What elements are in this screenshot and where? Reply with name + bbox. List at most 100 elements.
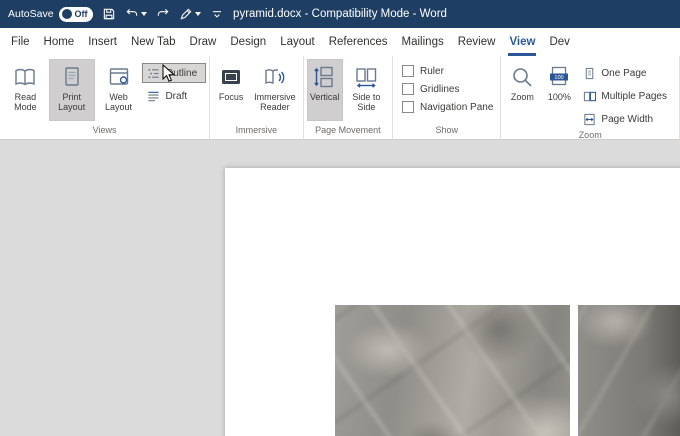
undo-icon [125, 7, 139, 21]
read-mode-label: Read Mode [7, 92, 44, 113]
immersive-reader-label: Immersive Reader [254, 92, 296, 113]
gridlines-label: Gridlines [420, 84, 459, 95]
web-layout-label: Web Layout [100, 92, 138, 113]
ruler-checkbox[interactable] [402, 65, 414, 77]
vertical-label: Vertical [310, 92, 340, 102]
aerial-photo-right-image [578, 305, 680, 436]
ink-pen-icon [179, 7, 193, 21]
page-width-icon [582, 112, 596, 126]
tab-review[interactable]: Review [451, 28, 503, 56]
tab-home[interactable]: Home [37, 28, 82, 56]
web-layout-button[interactable]: Web Layout [96, 59, 142, 121]
title-bar: pyramid.docx - Compatibility Mode - Word… [0, 0, 680, 28]
redo-button[interactable] [156, 7, 170, 21]
ribbon-tab-bar: File Home Insert New Tab Draw Design Lay… [0, 28, 680, 56]
focus-button[interactable]: Focus [213, 59, 249, 121]
vertical-icon [312, 64, 338, 90]
draft-label: Draft [165, 91, 187, 102]
undo-dropdown-icon[interactable] [141, 12, 147, 16]
ribbon-group-show: Ruler Gridlines Navigation Pane Show [393, 56, 501, 139]
read-mode-icon [12, 64, 38, 90]
ribbon-group-views: Read Mode Print Layout [0, 56, 210, 139]
side-to-side-label: Side to Side [348, 92, 385, 113]
document-page[interactable] [225, 168, 680, 436]
tab-file[interactable]: File [4, 28, 37, 56]
page-width-button[interactable]: Page Width [578, 109, 676, 129]
tab-layout[interactable]: Layout [273, 28, 322, 56]
gridlines-checkbox-row[interactable]: Gridlines [402, 83, 493, 95]
tab-developer[interactable]: Dev [542, 28, 576, 56]
outline-icon [146, 66, 160, 80]
read-mode-button[interactable]: Read Mode [3, 59, 48, 121]
side-to-side-button[interactable]: Side to Side [344, 59, 389, 121]
toggle-knob-icon [62, 9, 72, 19]
svg-text:100: 100 [555, 75, 564, 81]
zoom-100-label: 100% [548, 92, 571, 102]
tab-insert[interactable]: Insert [81, 28, 124, 56]
draft-button[interactable]: Draft [142, 86, 206, 106]
undo-button[interactable] [125, 7, 147, 21]
tab-references[interactable]: References [322, 28, 395, 56]
autosave-switch[interactable]: Off [59, 7, 93, 22]
immersive-group-label: Immersive [213, 124, 300, 139]
navigation-pane-checkbox-row[interactable]: Navigation Pane [402, 101, 493, 113]
vertical-button[interactable]: Vertical [307, 59, 343, 121]
aerial-photo-left-image [335, 305, 570, 436]
tab-design[interactable]: Design [223, 28, 273, 56]
ink-pen-dropdown-icon[interactable] [195, 12, 201, 16]
zoom-group-label: Zoom [504, 129, 676, 144]
side-to-side-icon [353, 64, 379, 90]
ink-pen-button[interactable] [179, 7, 201, 21]
aerial-photo-right[interactable] [578, 305, 680, 436]
print-layout-icon [59, 64, 85, 90]
document-area[interactable] [0, 140, 680, 436]
zoom-100-button[interactable]: 100 100% [541, 59, 577, 121]
navigation-pane-label: Navigation Pane [420, 102, 493, 113]
save-icon [102, 7, 116, 21]
zoom-magnifier-icon [509, 64, 535, 90]
gridlines-checkbox[interactable] [402, 83, 414, 95]
focus-label: Focus [219, 92, 244, 102]
one-page-icon [582, 66, 596, 80]
zoom-100-icon: 100 [546, 64, 572, 90]
outline-button[interactable]: Outline [142, 63, 206, 83]
show-group-label: Show [396, 124, 497, 139]
ribbon: Read Mode Print Layout [0, 56, 680, 140]
page-width-label: Page Width [601, 114, 653, 125]
one-page-label: One Page [601, 68, 646, 79]
aerial-photo-left[interactable] [335, 305, 570, 436]
tab-view[interactable]: View [502, 28, 542, 56]
ribbon-group-zoom: Zoom 100 100% [501, 56, 680, 139]
navigation-pane-checkbox[interactable] [402, 101, 414, 113]
tab-mailings[interactable]: Mailings [395, 28, 451, 56]
multiple-pages-button[interactable]: Multiple Pages [578, 86, 676, 106]
print-layout-label: Print Layout [53, 92, 91, 113]
zoom-button[interactable]: Zoom [504, 59, 540, 121]
tab-new-tab[interactable]: New Tab [124, 28, 183, 56]
multiple-pages-icon [582, 89, 596, 103]
autosave-state: Off [75, 10, 88, 19]
customize-quick-access-icon [210, 7, 224, 21]
draft-icon [146, 89, 160, 103]
zoom-label: Zoom [511, 92, 534, 102]
immersive-reader-button[interactable]: Immersive Reader [250, 59, 300, 121]
autosave-toggle[interactable]: AutoSave Off [8, 7, 93, 22]
views-group-label: Views [3, 124, 206, 139]
customize-quick-access-button[interactable] [210, 7, 224, 21]
page-movement-group-label: Page Movement [307, 124, 389, 139]
one-page-button[interactable]: One Page [578, 63, 676, 83]
ribbon-group-immersive: Focus Immersive Reader Immersive [210, 56, 304, 139]
ruler-label: Ruler [420, 66, 444, 77]
focus-icon [218, 64, 244, 90]
multiple-pages-label: Multiple Pages [601, 91, 667, 102]
redo-icon [156, 7, 170, 21]
save-button[interactable] [102, 7, 116, 21]
immersive-reader-icon [262, 64, 288, 90]
outline-label: Outline [165, 68, 197, 79]
ribbon-group-page-movement: Vertical Side to Side Page Movement [304, 56, 393, 139]
tab-draw[interactable]: Draw [183, 28, 224, 56]
autosave-label: AutoSave [8, 8, 54, 20]
web-layout-icon [106, 64, 132, 90]
ruler-checkbox-row[interactable]: Ruler [402, 65, 493, 77]
print-layout-button[interactable]: Print Layout [49, 59, 95, 121]
